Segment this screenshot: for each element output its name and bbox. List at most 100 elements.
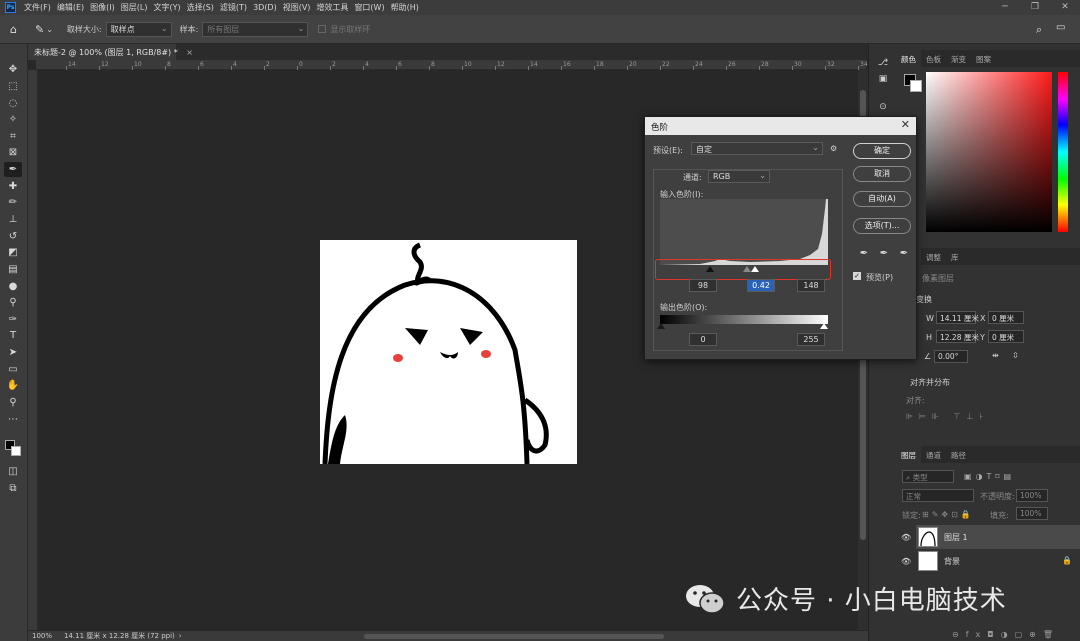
workspace-icon[interactable]: ▭ bbox=[1056, 22, 1065, 33]
document-canvas[interactable] bbox=[320, 240, 577, 464]
quick-mask-icon[interactable]: ◫ bbox=[4, 464, 22, 479]
hue-slider[interactable] bbox=[1058, 72, 1068, 232]
crop-tool-icon[interactable]: ⌗ bbox=[4, 129, 22, 144]
layer-kind-filter[interactable]: ⌕ 类型 bbox=[902, 470, 954, 483]
lock-icons[interactable]: ⊞✎✥⊡🔒 bbox=[922, 510, 974, 519]
home-icon[interactable]: ⌂ bbox=[10, 23, 17, 36]
layer-row-layer1[interactable]: 图层 1 bbox=[916, 525, 1080, 549]
flip-horizontal-icon[interactable]: ⇹ bbox=[992, 351, 999, 360]
fill-field[interactable]: 100% bbox=[1016, 507, 1048, 520]
menu-3d[interactable]: 3D(D) bbox=[250, 3, 280, 12]
white-eyedropper-icon[interactable]: ✒ bbox=[898, 248, 910, 260]
close-icon[interactable]: ✕ bbox=[901, 118, 910, 131]
y-field[interactable]: 0 厘米 bbox=[988, 330, 1024, 343]
angle-field[interactable]: 0.00° bbox=[934, 350, 968, 363]
blend-mode-select[interactable]: 正常 bbox=[902, 489, 974, 502]
sample-size-select[interactable]: 取样点 ⌄ bbox=[105, 21, 172, 37]
opacity-field[interactable]: 100% bbox=[1016, 489, 1048, 502]
show-ring-checkbox[interactable] bbox=[318, 25, 327, 33]
hand-tool-icon[interactable]: ✋ bbox=[4, 378, 22, 393]
path-selection-tool-icon[interactable]: ➤ bbox=[4, 345, 22, 360]
status-chevron-icon[interactable]: › bbox=[179, 632, 182, 640]
close-tab-icon[interactable]: × bbox=[186, 48, 193, 57]
visibility-eye-icon[interactable]: 👁 bbox=[901, 533, 911, 542]
marquee-tool-icon[interactable]: ⬚ bbox=[4, 79, 22, 94]
menu-type[interactable]: 文字(Y) bbox=[150, 2, 183, 13]
input-white-field[interactable]: 148 bbox=[797, 279, 825, 292]
type-tool-icon[interactable]: T bbox=[4, 328, 22, 343]
preset-options-gear-icon[interactable]: ⚙ bbox=[830, 144, 837, 153]
layer-filter-icons[interactable]: ▣◑T⌑▤ bbox=[964, 472, 1015, 481]
output-black-slider[interactable] bbox=[657, 323, 665, 329]
lasso-tool-icon[interactable]: ◌ bbox=[4, 96, 22, 111]
tab-libraries[interactable]: 库 bbox=[946, 248, 964, 265]
menu-layer[interactable]: 图层(L) bbox=[118, 2, 151, 13]
brush-tool-icon[interactable]: ✏ bbox=[4, 195, 22, 210]
menu-image[interactable]: 图像(I) bbox=[87, 2, 118, 13]
gray-eyedropper-icon[interactable]: ✒ bbox=[878, 248, 890, 260]
document-tab[interactable]: 未标题-2 @ 100% (图层 1, RGB/8#) * × bbox=[28, 44, 193, 60]
eyedropper-tool-icon[interactable]: ✒ bbox=[4, 162, 22, 177]
width-field[interactable]: 14.11 厘米 bbox=[936, 311, 979, 324]
flip-vertical-icon[interactable]: ⇳ bbox=[1012, 351, 1019, 360]
history-brush-tool-icon[interactable]: ↺ bbox=[4, 229, 22, 244]
black-eyedropper-icon[interactable]: ✒ bbox=[858, 248, 870, 260]
transform-section-title[interactable]: 变换 bbox=[916, 294, 932, 305]
eyedropper-tool-icon[interactable]: ✎ bbox=[35, 23, 44, 36]
healing-brush-tool-icon[interactable]: ✚ bbox=[4, 179, 22, 194]
menu-window[interactable]: 窗口(W) bbox=[351, 2, 387, 13]
magic-wand-tool-icon[interactable]: ✧ bbox=[4, 112, 22, 127]
layer-actions-icons[interactable]: ⊖fx◘◑▢⊕🗑 bbox=[952, 630, 1060, 639]
color-picker-field[interactable] bbox=[926, 72, 1052, 232]
move-tool-icon[interactable]: ✥ bbox=[4, 62, 22, 77]
tab-gradients[interactable]: 渐变 bbox=[946, 50, 971, 67]
screen-mode-icon[interactable]: ⧉ bbox=[4, 481, 22, 496]
tab-swatches[interactable]: 色板 bbox=[921, 50, 946, 67]
menu-plugins[interactable]: 增效工具 bbox=[313, 2, 351, 13]
tab-color[interactable]: 颜色 bbox=[896, 50, 921, 67]
menu-filter[interactable]: 滤镜(T) bbox=[217, 2, 250, 13]
sample-select[interactable]: 所有图层 ⌄ bbox=[202, 21, 309, 37]
menu-select[interactable]: 选择(S) bbox=[184, 2, 217, 13]
preview-checkbox[interactable]: ✓ bbox=[853, 272, 861, 280]
tab-paths[interactable]: 路径 bbox=[946, 446, 971, 463]
menu-edit[interactable]: 编辑(E) bbox=[54, 2, 87, 13]
tool-preset-chevron-icon[interactable]: ⌄ bbox=[46, 25, 53, 34]
clone-stamp-tool-icon[interactable]: ⊥ bbox=[4, 212, 22, 227]
x-field[interactable]: 0 厘米 bbox=[988, 311, 1024, 324]
output-black-field[interactable]: 0 bbox=[689, 333, 717, 346]
menu-file[interactable]: 文件(F) bbox=[21, 2, 54, 13]
restore-icon[interactable]: ❐ bbox=[1020, 0, 1050, 15]
cancel-button[interactable]: 取消 bbox=[853, 166, 911, 182]
history-panel-icon[interactable]: ⎇ bbox=[875, 58, 891, 72]
ok-button[interactable]: 确定 bbox=[853, 143, 911, 159]
channel-select[interactable]: RGB ⌄ bbox=[708, 170, 770, 183]
auto-button[interactable]: 自动(A) bbox=[853, 191, 911, 207]
visibility-eye-icon[interactable]: 👁 bbox=[901, 557, 911, 566]
tab-adjustments[interactable]: 调整 bbox=[921, 248, 946, 265]
zoom-tool-icon[interactable]: ⚲ bbox=[4, 395, 22, 410]
layer-row-background[interactable]: 背景 🔒 bbox=[916, 549, 1080, 573]
input-black-field[interactable]: 98 bbox=[689, 279, 717, 292]
blur-tool-icon[interactable]: ● bbox=[4, 279, 22, 294]
height-field[interactable]: 12.28 厘米 bbox=[936, 330, 979, 343]
menu-view[interactable]: 视图(V) bbox=[280, 2, 314, 13]
levels-dialog-titlebar[interactable]: 色阶 ✕ bbox=[645, 117, 916, 135]
background-color-swatch[interactable] bbox=[11, 446, 21, 456]
preset-select[interactable]: 自定 ⌄ bbox=[691, 142, 823, 155]
info-panel-icon[interactable]: ⊙ bbox=[875, 102, 891, 116]
align-buttons-icon[interactable]: ⊫⊨⊪ ⊤⊥⊦ bbox=[906, 412, 990, 421]
zoom-level[interactable]: 100% bbox=[32, 632, 52, 640]
rectangle-tool-icon[interactable]: ▭ bbox=[4, 362, 22, 377]
tab-layers[interactable]: 图层 bbox=[896, 446, 921, 463]
input-gamma-field[interactable]: 0.42 bbox=[747, 279, 775, 292]
dodge-tool-icon[interactable]: ⚲ bbox=[4, 295, 22, 310]
eraser-tool-icon[interactable]: ◩ bbox=[4, 245, 22, 260]
tab-patterns[interactable]: 图案 bbox=[971, 50, 996, 67]
pen-tool-icon[interactable]: ✑ bbox=[4, 312, 22, 327]
frame-tool-icon[interactable]: ⊠ bbox=[4, 145, 22, 160]
output-white-slider[interactable] bbox=[820, 323, 828, 329]
background-color-chip[interactable] bbox=[910, 80, 922, 92]
tab-channels[interactable]: 通道 bbox=[921, 446, 946, 463]
comments-panel-icon[interactable]: ▣ bbox=[875, 74, 891, 88]
